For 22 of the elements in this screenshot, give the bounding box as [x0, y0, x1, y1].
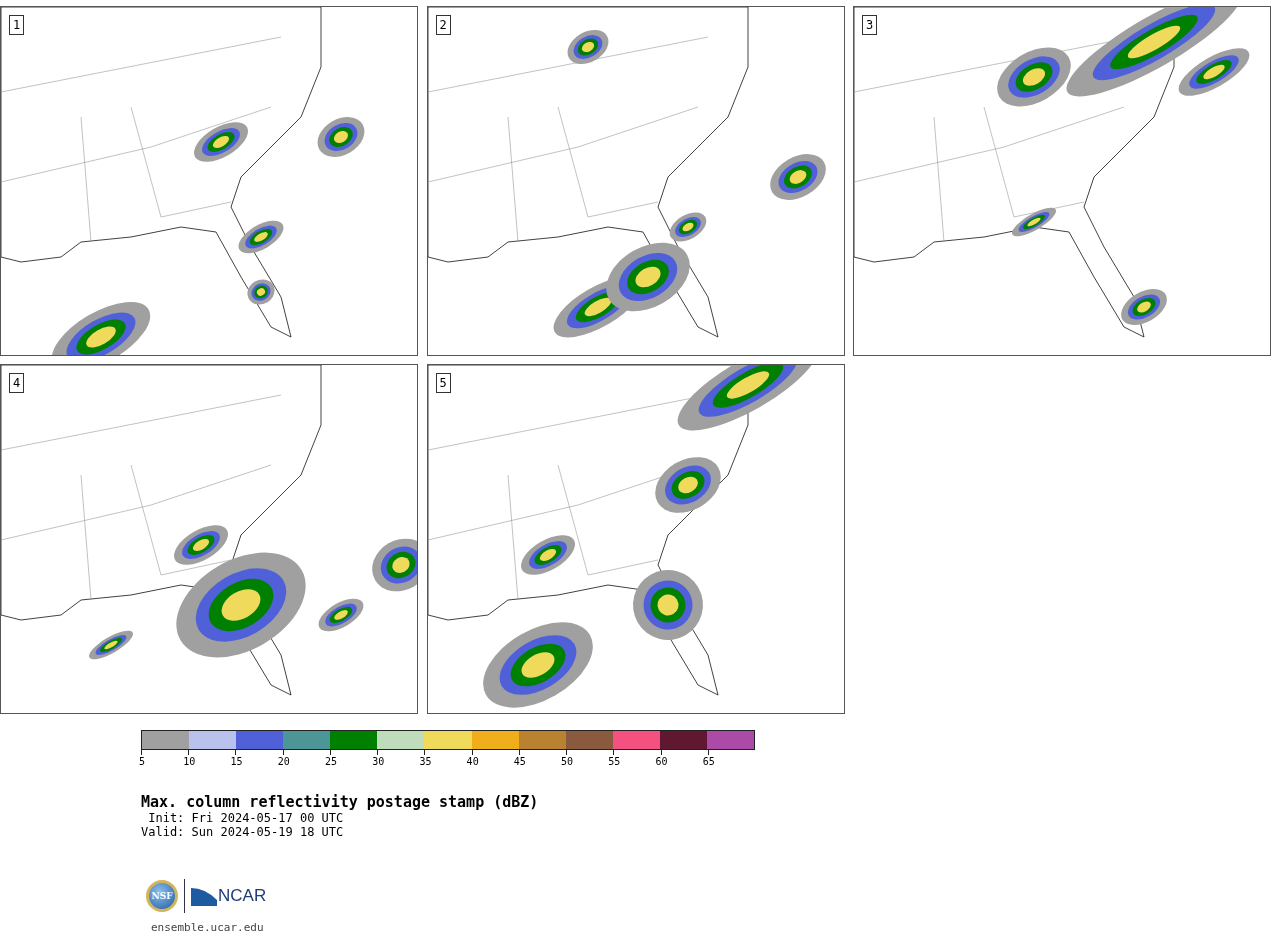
tick-label: 50: [561, 756, 574, 767]
panel-number: 3: [862, 15, 878, 35]
valid-time: Valid: Sun 2024-05-19 18 UTC: [141, 825, 345, 839]
init-time: Init: Fri 2024-05-17 00 UTC: [147, 811, 345, 825]
chart-title: Max. column reflectivity postage stamp (dBZ): [141, 793, 540, 811]
tick-label: 30: [372, 756, 385, 767]
tick-label: 60: [655, 756, 668, 767]
seal-logo: NSF: [146, 880, 178, 912]
tick-label: 35: [419, 756, 432, 767]
tick-label: 5: [139, 756, 145, 767]
tick-label: 65: [702, 756, 715, 767]
tick-label: 55: [608, 756, 621, 767]
panel-number: 4: [9, 373, 25, 393]
site-url: ensemble.ucar.edu: [151, 921, 265, 934]
tick-label: 15: [230, 756, 243, 767]
tick-label: 10: [183, 756, 196, 767]
tick-label: 20: [277, 756, 290, 767]
wordmark-logo: NCAR: [191, 886, 267, 906]
panel-number: 1: [9, 15, 25, 35]
tick-label: 25: [324, 756, 337, 767]
tick-label: 40: [466, 756, 479, 767]
tick-label: 45: [513, 756, 526, 767]
